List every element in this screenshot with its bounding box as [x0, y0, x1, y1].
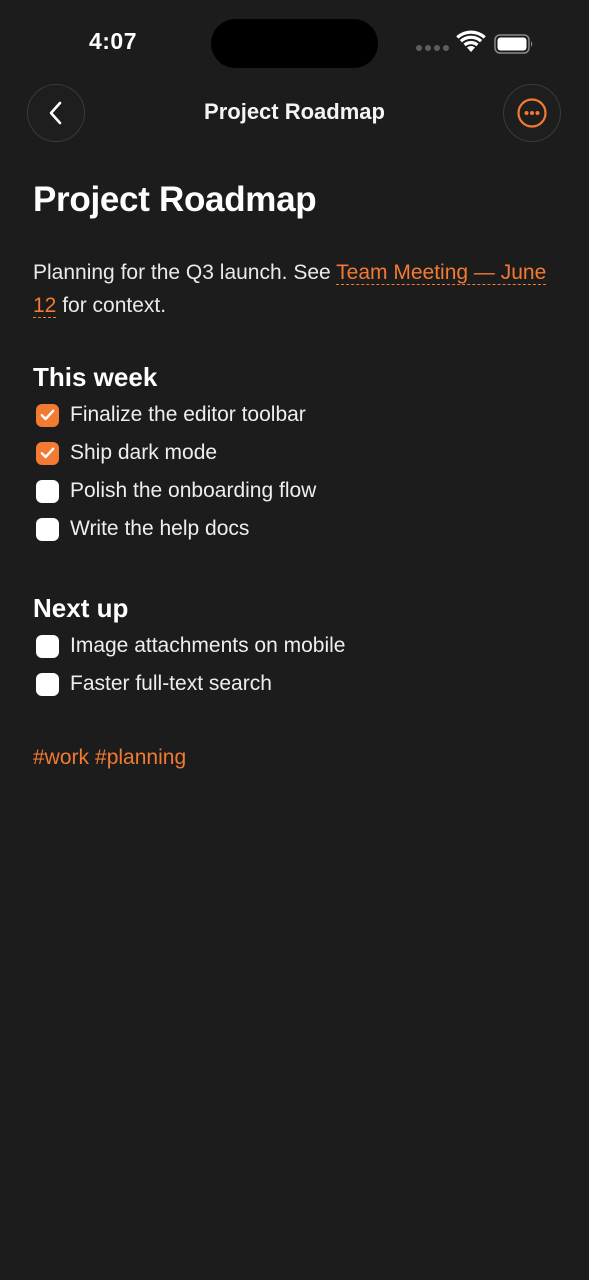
nav-title: Project Roadmap: [204, 99, 385, 124]
task-item: Write the help docs: [33, 510, 553, 548]
task-label: Faster full-text search: [70, 672, 272, 695]
chevron-left-icon: [49, 101, 62, 125]
battery-icon: [494, 34, 533, 54]
section-heading-this-week: This week: [33, 362, 158, 392]
task-item: Polish the onboarding flow: [33, 472, 553, 510]
cellular-signal-icon: [416, 45, 450, 51]
wifi-icon: [456, 30, 486, 52]
note-intro[interactable]: Planning for the Q3 launch. See Team Mee…: [33, 256, 553, 322]
task-checkbox[interactable]: [36, 634, 59, 658]
task-label: Finalize the editor toolbar: [70, 403, 306, 426]
note-title[interactable]: Project Roadmap: [33, 178, 553, 222]
checkmark-icon: [40, 447, 55, 459]
task-item: Ship dark mode: [33, 434, 553, 472]
task-checkbox[interactable]: [36, 672, 59, 696]
task-item: Faster full-text search: [33, 665, 553, 703]
checkmark-icon: [40, 409, 55, 421]
task-list-this-week: Finalize the editor toolbar Ship dark mo…: [33, 396, 553, 548]
intro-text: Planning for the Q3 launch. See: [33, 261, 337, 284]
task-label: Ship dark mode: [70, 441, 218, 464]
back-button[interactable]: [27, 84, 85, 142]
task-checkbox[interactable]: [36, 479, 59, 503]
tag-planning[interactable]: #planning: [95, 746, 186, 769]
note-body[interactable]: Project Roadmap Planning for the Q3 laun…: [33, 178, 553, 770]
task-item: Image attachments on mobile: [33, 627, 553, 665]
dynamic-island: [211, 19, 378, 68]
task-checkbox[interactable]: [36, 441, 59, 465]
tag-work[interactable]: #work: [33, 746, 89, 769]
tag-list: #work #planning: [33, 746, 553, 770]
task-label: Image attachments on mobile: [70, 634, 346, 657]
task-list-next-up: Image attachments on mobile Faster full-…: [33, 627, 553, 703]
task-label: Polish the onboarding flow: [70, 479, 317, 502]
ellipsis-circle-icon: [517, 98, 547, 128]
task-item: Finalize the editor toolbar: [33, 396, 553, 434]
intro-text-end: for context.: [56, 294, 167, 317]
task-checkbox[interactable]: [36, 517, 59, 541]
task-checkbox[interactable]: [36, 403, 59, 427]
more-options-button[interactable]: [503, 84, 561, 142]
note-screen: 4:07 Project Roadmap Project Roadmap Pla…: [0, 0, 589, 1280]
section-heading-next-up: Next up: [33, 593, 129, 623]
task-label: Write the help docs: [70, 517, 250, 540]
status-time: 4:07: [88, 28, 138, 54]
